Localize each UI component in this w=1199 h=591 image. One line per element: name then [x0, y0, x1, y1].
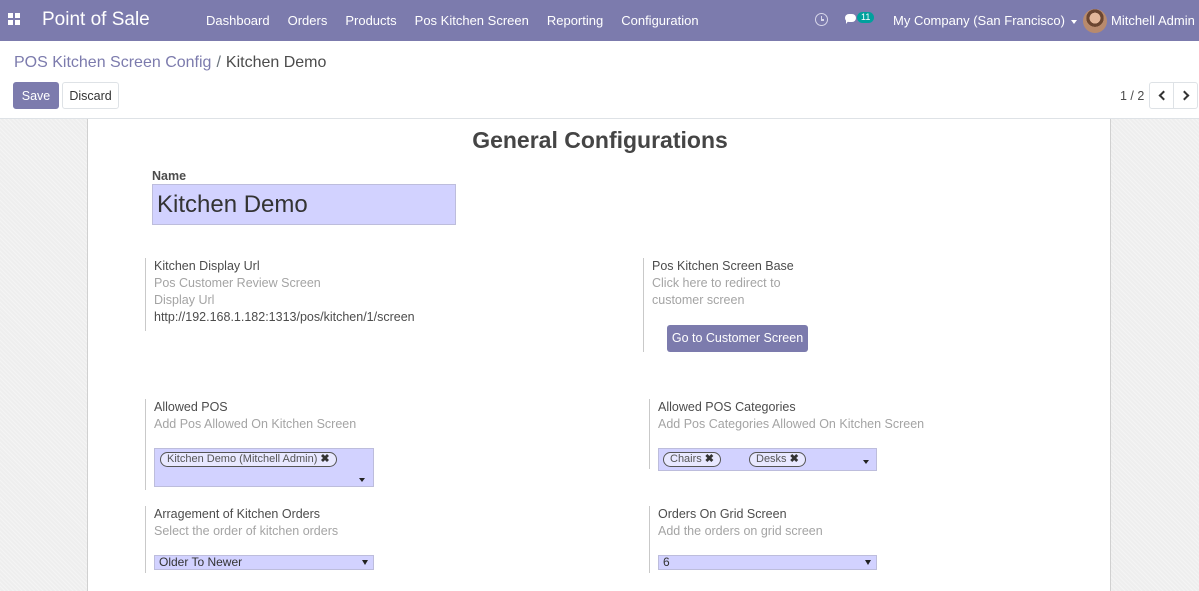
breadcrumb-current: Kitchen Demo: [225, 54, 327, 71]
save-button[interactable]: Save: [13, 82, 59, 109]
allowed-pos-help: Add Pos Allowed On Kitchen Screen: [154, 417, 357, 431]
pager-value[interactable]: 1 / 2: [1120, 89, 1144, 103]
breadcrumb: POS Kitchen Screen Config / Kitchen Demo: [14, 54, 326, 72]
kitchen-display-url-label: Kitchen Display Url: [154, 259, 260, 273]
tag-label: Kitchen Demo (Mitchell Admin): [167, 453, 318, 465]
user-avatar[interactable]: [1083, 9, 1107, 33]
name-input[interactable]: [152, 184, 456, 225]
kitchen-display-url-help: Pos Customer Review Screen Display Url: [154, 276, 321, 307]
top-navbar: Point of Sale Dashboard Orders Products …: [0, 0, 1199, 41]
go-to-customer-screen-button[interactable]: Go to Customer Screen: [667, 325, 808, 352]
company-name: My Company (San Francisco): [893, 13, 1065, 28]
kitchen-display-url-value[interactable]: http://192.168.1.182:1313/pos/kitchen/1/…: [154, 309, 445, 326]
tag-allowed-pos: Kitchen Demo (Mitchell Admin) ✖: [160, 452, 337, 467]
messaging-chat-icon[interactable]: [845, 14, 858, 25]
activity-clock-icon[interactable]: [815, 13, 828, 26]
allowed-pos-label: Allowed POS: [154, 400, 228, 414]
allowed-categories-help: Add Pos Categories Allowed On Kitchen Sc…: [658, 417, 925, 431]
allowed-categories-field[interactable]: Chairs ✖ Desks ✖: [658, 448, 877, 471]
tag-label: Desks: [756, 453, 787, 465]
grid-orders-help: Add the orders on grid screen: [658, 524, 823, 538]
remove-tag-icon[interactable]: ✖: [790, 453, 799, 465]
section-title: General Configurations: [472, 127, 728, 153]
name-label: Name: [152, 169, 187, 183]
chevron-left-icon: [1158, 90, 1169, 101]
setting-kitchen-display-url: Kitchen Display Url Pos Customer Review …: [145, 258, 445, 331]
main-menu: Dashboard Orders Products Pos Kitchen Sc…: [206, 13, 717, 28]
remove-tag-icon[interactable]: ✖: [320, 453, 329, 465]
apps-menu-icon[interactable]: [8, 13, 20, 25]
arrangement-select[interactable]: Older To Newer: [154, 555, 374, 570]
form-sheet: General Configurations Name Kitchen Disp…: [87, 119, 1111, 591]
arrangement-help: Select the order of kitchen orders: [154, 524, 339, 538]
allowed-categories-label: Allowed POS Categories: [658, 400, 796, 414]
discard-button[interactable]: Discard: [62, 82, 119, 109]
user-name: Mitchell Admin: [1111, 13, 1195, 28]
chevron-down-icon: [1070, 19, 1077, 24]
grid-orders-label: Orders On Grid Screen: [658, 507, 787, 521]
screen-base-help: Click here to redirect to customer scree…: [652, 276, 781, 307]
chevron-down-icon[interactable]: [359, 478, 365, 482]
chevron-down-icon[interactable]: [863, 460, 869, 464]
grid-orders-select[interactable]: 6: [658, 555, 877, 570]
arrangement-label: Arragement of Kitchen Orders: [154, 507, 321, 521]
message-count-badge: 11: [857, 12, 875, 23]
menu-item-configuration[interactable]: Configuration: [621, 13, 698, 28]
tag-chairs: Chairs ✖: [663, 452, 722, 467]
grid-orders-selected-value: 6: [663, 555, 670, 569]
breadcrumb-parent-link[interactable]: POS Kitchen Screen Config: [14, 54, 211, 71]
menu-item-products[interactable]: Products: [345, 13, 396, 28]
pager-previous-button[interactable]: [1149, 82, 1174, 109]
arrangement-selected-value: Older To Newer: [159, 555, 243, 569]
remove-tag-icon[interactable]: ✖: [705, 453, 714, 465]
menu-item-dashboard[interactable]: Dashboard: [206, 13, 270, 28]
chevron-down-icon: [362, 560, 368, 565]
menu-item-orders[interactable]: Orders: [288, 13, 328, 28]
tag-desks: Desks ✖: [749, 452, 806, 467]
breadcrumb-separator: /: [216, 54, 221, 71]
chevron-down-icon: [865, 560, 871, 565]
pager-next-button[interactable]: [1173, 82, 1198, 109]
user-menu[interactable]: Mitchell Admin: [1111, 13, 1199, 28]
allowed-pos-field[interactable]: Kitchen Demo (Mitchell Admin) ✖: [154, 448, 374, 487]
app-brand[interactable]: Point of Sale: [42, 9, 150, 31]
menu-item-pos-kitchen-screen[interactable]: Pos Kitchen Screen: [415, 13, 529, 28]
company-switcher[interactable]: My Company (San Francisco): [893, 13, 1077, 28]
menu-item-reporting[interactable]: Reporting: [547, 13, 603, 28]
control-panel: POS Kitchen Screen Config / Kitchen Demo S…: [0, 41, 1199, 119]
chevron-right-icon: [1179, 90, 1190, 101]
screen-base-label: Pos Kitchen Screen Base: [652, 259, 794, 273]
tag-label: Chairs: [670, 453, 702, 465]
